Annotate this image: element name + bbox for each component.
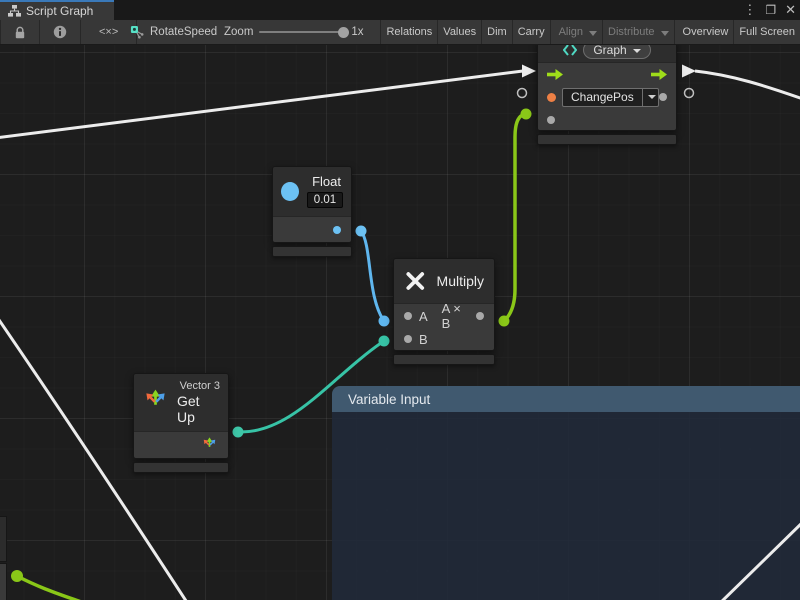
float-output-port[interactable] (333, 226, 341, 234)
distribute-dropdown[interactable]: Distribute (603, 20, 674, 44)
vector3-type-label: Vector 3 (180, 380, 220, 392)
graph-asset-icon (130, 25, 145, 40)
node-vector3-get-up[interactable]: Vector 3 Get Up (133, 373, 229, 473)
node-footer (272, 246, 352, 257)
wire-end-dot (499, 316, 510, 327)
wire-float-to-multiply[interactable] (361, 231, 384, 321)
node-footer (133, 462, 229, 473)
wire-end-dot (11, 570, 23, 582)
chevron-down-icon (633, 49, 641, 53)
graph-teal-icon (563, 45, 577, 56)
node-header (0, 516, 7, 562)
node-multiply[interactable]: Multiply A A × B B (393, 258, 495, 365)
float-node-title: Float (312, 174, 343, 189)
wire-end-dot (233, 427, 244, 438)
tab-title: Script Graph (26, 4, 93, 18)
value-output-port[interactable] (659, 93, 667, 101)
window-menu-icon[interactable]: ⋮ (743, 0, 756, 20)
float-type-icon (281, 182, 299, 201)
value-input-port[interactable] (547, 93, 556, 102)
zoom-slider[interactable] (259, 31, 345, 33)
node-event-changepos[interactable]: Graph (537, 45, 677, 145)
lock-button[interactable] (0, 20, 40, 44)
wire-green-bottom-left[interactable] (17, 576, 84, 600)
wire-end-dot (379, 336, 390, 347)
align-dropdown[interactable]: Align (554, 20, 603, 44)
graph-toolbar: <×> RotateSpeed Zoom 1x Relations Value (0, 20, 800, 45)
port-ring-right[interactable] (685, 89, 694, 98)
node-float[interactable]: Float 0.01 (272, 166, 352, 257)
port-label-b: B (419, 332, 428, 347)
value-port-row-2 (538, 109, 676, 130)
value-input-port-2[interactable] (547, 116, 555, 124)
tab-script-graph[interactable]: Script Graph (0, 0, 114, 20)
float-value-field[interactable]: 0.01 (307, 192, 343, 208)
vector3-node-title: Get Up (177, 393, 220, 425)
multiply-node-title: Multiply (437, 273, 484, 289)
flow-output-port[interactable] (651, 69, 667, 80)
window-tab-bar: Script Graph ⋮ ❐ ✕ (0, 0, 800, 20)
multiply-output-port[interactable] (476, 312, 484, 320)
zoom-slider-knob[interactable] (338, 27, 349, 38)
port-label-a: A (419, 309, 428, 324)
dim-button[interactable]: Dim (482, 20, 513, 44)
wire-flow-out[interactable] (695, 71, 800, 99)
graph-source-dropdown[interactable]: Graph (583, 45, 650, 59)
node-body (0, 563, 7, 600)
breadcrumb[interactable]: RotateSpeed (130, 20, 217, 44)
breadcrumb-label: RotateSpeed (150, 26, 217, 38)
multiply-icon (404, 269, 427, 293)
multiply-input-a-port[interactable] (404, 312, 412, 320)
code-icon: <×> (99, 26, 118, 38)
flow-input-port[interactable] (547, 69, 563, 80)
wire-arrowhead-in (522, 65, 536, 78)
changepos-dropdown[interactable]: ChangePos (562, 88, 659, 107)
zoom-label: Zoom (224, 26, 253, 38)
group-panel-body (332, 412, 800, 600)
node-footer (393, 354, 495, 365)
wire-end-dot (379, 316, 390, 327)
graph-canvas[interactable]: Variable Input (0, 45, 800, 600)
carry-button[interactable]: Carry (513, 20, 551, 44)
flow-port-row (538, 63, 676, 85)
wire-arrowhead-out (682, 65, 696, 78)
info-icon (53, 25, 67, 39)
chevron-down-icon (642, 89, 659, 106)
code-preview-button[interactable]: <×> (81, 20, 137, 44)
overview-button[interactable]: Overview (678, 20, 735, 44)
wire-flow-in[interactable] (0, 71, 523, 138)
node-offscreen-left[interactable] (0, 516, 7, 600)
maximize-icon[interactable]: ❐ (765, 0, 776, 20)
chevron-down-icon (661, 31, 669, 36)
multiply-input-b-port[interactable] (404, 335, 412, 343)
port-ring-left[interactable] (518, 89, 527, 98)
vector3-output-port[interactable] (201, 437, 218, 454)
group-panel-header[interactable]: Variable Input (332, 386, 800, 412)
group-panel-title: Variable Input (348, 392, 430, 407)
info-button[interactable] (40, 20, 81, 44)
vector3-icon (142, 389, 169, 416)
value-port-row: ChangePos (538, 85, 676, 109)
chevron-down-icon (589, 31, 597, 36)
script-graph-tab-icon (8, 5, 21, 17)
unity-script-graph-window: Script Graph ⋮ ❐ ✕ (0, 0, 800, 600)
wire-end-dot (356, 226, 367, 237)
group-panel-variable-input[interactable]: Variable Input (332, 386, 800, 600)
full-screen-button[interactable]: Full Screen (734, 20, 800, 44)
relations-button[interactable]: Relations (380, 20, 438, 44)
wire-end-dot (521, 109, 532, 120)
lock-icon (14, 26, 26, 39)
node-footer (537, 134, 677, 145)
values-button[interactable]: Values (438, 20, 482, 44)
wire-multiply-to-event[interactable] (504, 114, 526, 321)
port-label-result: A × B (442, 301, 469, 331)
close-icon[interactable]: ✕ (785, 0, 796, 20)
zoom-value: 1x (351, 26, 363, 38)
